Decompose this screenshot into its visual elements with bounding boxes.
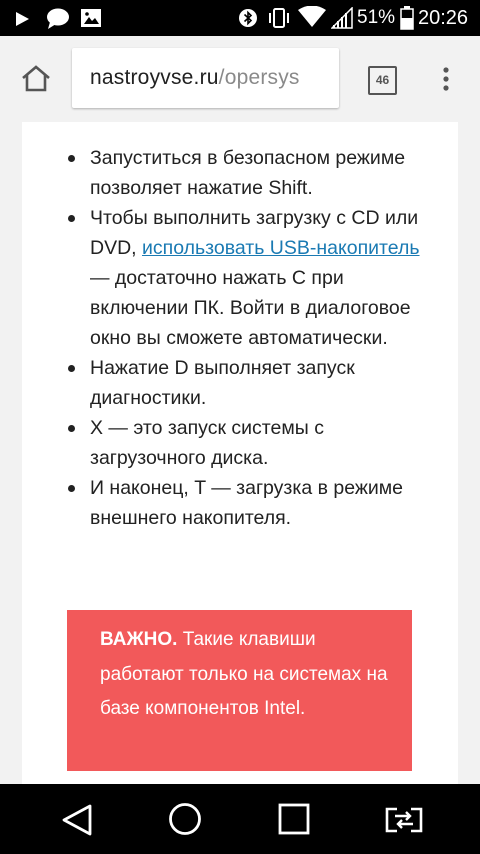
battery-percent: 51% [357,7,396,28]
home-circle-icon[interactable] [168,802,202,836]
wifi-icon [298,6,326,27]
status-bar: 51% 20:26 [0,0,480,36]
list-item: X — это запуск системы с загрузочного ди… [68,413,428,473]
url-domain: nastroyvse.ru [90,66,219,89]
overflow-menu-icon[interactable] [438,66,454,92]
notice-label: ВАЖНО. [100,629,178,650]
signal-icon [331,7,353,29]
list-item: Чтобы выполнить загрузку с CD или DVD, и… [68,203,428,353]
article-card: Запуститься в безопасном режиме позволяе… [22,122,458,784]
browser-toolbar: nastroyvse.ru/opersys 46 [0,36,480,158]
image-icon [81,9,101,27]
bullet-list: Запуститься в безопасном режиме позволяе… [68,143,428,533]
chat-icon [47,8,69,29]
status-time: 20:26 [418,7,469,29]
battery-icon [400,6,414,30]
list-item: Запуститься в безопасном режиме позволяе… [68,143,428,203]
url-path: /opersys [218,66,300,89]
bluetooth-icon [239,9,257,27]
back-icon[interactable] [60,803,94,837]
play-icon [16,12,29,26]
navigation-bar [0,784,480,854]
home-icon[interactable] [20,64,52,92]
important-notice: ВАЖНО. Такие клавиши работают только на … [67,610,412,771]
list-item: Нажатие D выполняет запуск диагностики. [68,353,428,413]
vibrate-icon [269,8,289,28]
recents-icon[interactable] [278,803,310,835]
page-content[interactable]: Запуститься в безопасном режиме позволяе… [0,122,480,784]
tab-switcher-icon[interactable]: 46 [368,66,397,95]
url-bar[interactable]: nastroyvse.ru/opersys [72,48,339,108]
list-item: И наконец, T — загрузка в режиме внешнег… [68,473,428,533]
usb-drive-link[interactable]: использовать USB-накопитель [142,237,420,259]
cast-screen-icon[interactable] [383,803,425,835]
